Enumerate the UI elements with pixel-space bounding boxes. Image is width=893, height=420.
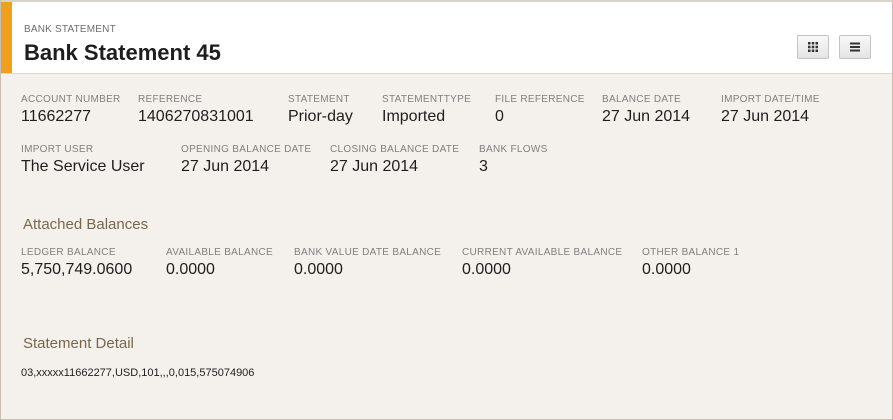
field-bank-value-date-balance: BANK VALUE DATE BALANCE 0.0000 [294, 247, 441, 279]
field-available-balance: AVAILABLE BALANCE 0.0000 [166, 247, 273, 279]
field-label: ACCOUNT NUMBER [21, 94, 121, 105]
field-label: REFERENCE [138, 94, 203, 105]
list-view-button[interactable] [839, 35, 871, 59]
field-account-number: ACCOUNT NUMBER 11662277 [21, 94, 121, 126]
field-label: IMPORT USER [21, 144, 94, 155]
field-label: BALANCE DATE [602, 94, 681, 105]
field-statement-type: STATEMENTTYPE Imported [382, 94, 471, 126]
field-value: 0.0000 [642, 261, 691, 278]
field-file-reference: FILE REFERENCE 0 [495, 94, 585, 126]
field-value: 3 [479, 158, 488, 175]
field-label: BANK VALUE DATE BALANCE [294, 247, 442, 258]
field-value: 0 [495, 108, 504, 125]
grid-view-button[interactable] [797, 35, 829, 59]
field-value: 11662277 [21, 108, 91, 125]
field-current-available-balance: CURRENT AVAILABLE BALANCE 0.0000 [462, 247, 622, 279]
field-label: LEDGER BALANCE [21, 247, 116, 258]
field-import-datetime: IMPORT DATE/TIME 27 Jun 2014 [721, 94, 820, 126]
grid-icon [808, 42, 818, 52]
field-label: FILE REFERENCE [495, 94, 585, 105]
attached-balances-heading: Attached Balances [23, 216, 149, 233]
field-import-user: IMPORT USER The Service User [21, 144, 145, 176]
field-value: 27 Jun 2014 [602, 108, 691, 125]
accent-bar [1, 2, 12, 73]
field-closing-balance-date: CLOSING BALANCE DATE 27 Jun 2014 [330, 144, 459, 176]
field-label: OTHER BALANCE 1 [642, 247, 740, 258]
field-value: The Service User [21, 158, 145, 175]
field-value: Prior-day [288, 108, 353, 125]
field-label: OPENING BALANCE DATE [181, 144, 312, 155]
field-label: CURRENT AVAILABLE BALANCE [462, 247, 623, 258]
field-value: 5,750,749.0600 [21, 261, 133, 278]
field-label: IMPORT DATE/TIME [721, 94, 820, 105]
field-value: Imported [382, 108, 446, 125]
field-value: 27 Jun 2014 [330, 158, 419, 175]
field-label: STATEMENT [288, 94, 350, 105]
field-value: 0.0000 [462, 261, 511, 278]
field-statement: STATEMENT Prior-day [288, 94, 353, 126]
field-balance-date: BALANCE DATE 27 Jun 2014 [602, 94, 690, 126]
panel-header: BANK STATEMENT Bank Statement 45 [1, 2, 892, 74]
statement-detail-text: 03,xxxxx11662277,USD,101,,,0,015,5750749… [21, 367, 255, 379]
page-title: Bank Statement 45 [24, 40, 221, 65]
field-ledger-balance: LEDGER BALANCE 5,750,749.0600 [21, 247, 132, 279]
field-reference: REFERENCE 1406270831001 [138, 94, 254, 126]
field-value: 27 Jun 2014 [181, 158, 270, 175]
field-other-balance-1: OTHER BALANCE 1 0.0000 [642, 247, 739, 279]
field-bank-flows: BANK FLOWS 3 [479, 144, 548, 176]
field-value: 0.0000 [294, 261, 343, 278]
field-label: CLOSING BALANCE DATE [330, 144, 460, 155]
statement-detail-heading: Statement Detail [23, 335, 134, 352]
field-label: STATEMENTTYPE [382, 94, 472, 105]
field-value: 27 Jun 2014 [721, 108, 810, 125]
field-value: 1406270831001 [138, 108, 254, 125]
list-icon [850, 42, 860, 52]
field-label: BANK FLOWS [479, 144, 548, 155]
field-value: 0.0000 [166, 261, 215, 278]
field-label: AVAILABLE BALANCE [166, 247, 273, 258]
statement-panel: BANK STATEMENT Bank Statement 45 ACCOUNT… [0, 0, 893, 420]
field-opening-balance-date: OPENING BALANCE DATE 27 Jun 2014 [181, 144, 311, 176]
record-type-label: BANK STATEMENT [24, 24, 116, 35]
